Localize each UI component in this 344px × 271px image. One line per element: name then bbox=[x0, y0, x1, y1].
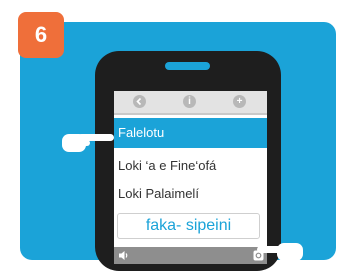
step-number-badge: 6 bbox=[18, 12, 64, 58]
bottom-toolbar bbox=[114, 247, 267, 264]
menu-item-falelotu[interactable]: Falelotu bbox=[114, 118, 267, 148]
phone-speaker bbox=[165, 62, 210, 70]
pointing-hand-icon bbox=[62, 134, 114, 152]
info-icon[interactable]: i bbox=[183, 95, 196, 108]
menu-item-loki-fineofa[interactable]: Loki ‘a e Fine‘ofá bbox=[114, 151, 267, 181]
pointing-hand-icon bbox=[257, 243, 303, 261]
menu-item-loki-palaimeli[interactable]: Loki Palaimelí bbox=[114, 179, 267, 209]
phone-screen: i + Falelotu Loki ‘a e Fine‘ofá Loki Pal… bbox=[114, 91, 267, 264]
language-search-field[interactable]: faka- sipeini bbox=[117, 213, 260, 239]
top-toolbar: i + bbox=[114, 91, 267, 115]
back-icon[interactable] bbox=[133, 95, 146, 108]
speaker-icon[interactable] bbox=[118, 250, 130, 261]
add-icon[interactable]: + bbox=[233, 95, 246, 108]
